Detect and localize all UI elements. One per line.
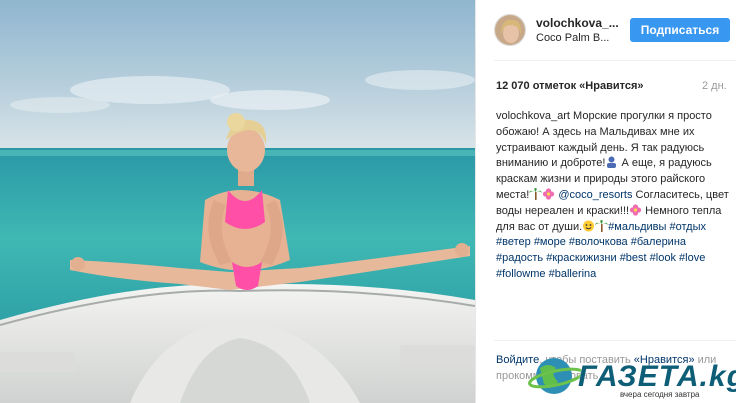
location-link[interactable]: Coco Palm B... (536, 32, 609, 44)
caption-author[interactable]: volochkova_art (496, 110, 570, 122)
likes-count[interactable]: 12 070 отметок «Нравится» (496, 80, 644, 92)
footer-divider (494, 340, 736, 341)
hashtag-link[interactable]: #love (679, 252, 705, 264)
header-divider (494, 60, 736, 61)
post-header: volochkova_... Coco Palm B... Подписатьс… (476, 0, 736, 60)
hashtag-link[interactable]: #отдых (670, 221, 707, 233)
post-time[interactable]: 2 дн. (702, 80, 727, 92)
hashtag-link[interactable]: #look (650, 252, 676, 264)
hashtag-link[interactable]: #море (534, 236, 566, 248)
hashtag-link[interactable]: #радость (496, 252, 543, 264)
follow-button[interactable]: Подписаться (630, 18, 730, 42)
post-caption: volochkova_art Морские прогулки я просто… (496, 109, 732, 283)
hashtag-link[interactable]: #волочкова (569, 236, 628, 248)
hashtag-link[interactable]: #краскижизни (546, 252, 616, 264)
palm-emoji-icon (529, 187, 543, 200)
hashtag-link[interactable]: #followme (496, 268, 546, 280)
post-sidebar: volochkova_... Coco Palm B... Подписатьс… (475, 0, 736, 403)
palm-emoji-icon (595, 219, 609, 232)
person-emoji-icon (607, 156, 617, 169)
hashtag-link[interactable]: #ballerina (549, 268, 597, 280)
photo-image (0, 0, 475, 403)
flower-emoji-icon (629, 204, 642, 216)
post-photo[interactable] (0, 0, 475, 403)
hashtag-link[interactable]: #ветер (496, 236, 531, 248)
watermark-subtitle: вчера сегодня завтра (620, 390, 700, 399)
flower-emoji-icon (543, 188, 555, 200)
hashtag-link[interactable]: #балерина (631, 236, 686, 248)
username-link[interactable]: volochkova_... (536, 16, 619, 30)
watermark-text: ГАЗЕТА.kg (578, 360, 736, 393)
smile-emoji-icon (583, 220, 595, 232)
avatar-image (495, 15, 525, 45)
globe-icon (528, 358, 584, 394)
hashtag-link[interactable]: #мальдивы (608, 221, 666, 233)
watermark-logo: ГАЗЕТА.kg вчера сегодня завтра (528, 352, 736, 403)
hashtag-link[interactable]: #best (620, 252, 647, 264)
mention-link[interactable]: @coco_resorts (558, 189, 632, 201)
avatar[interactable] (494, 14, 526, 46)
